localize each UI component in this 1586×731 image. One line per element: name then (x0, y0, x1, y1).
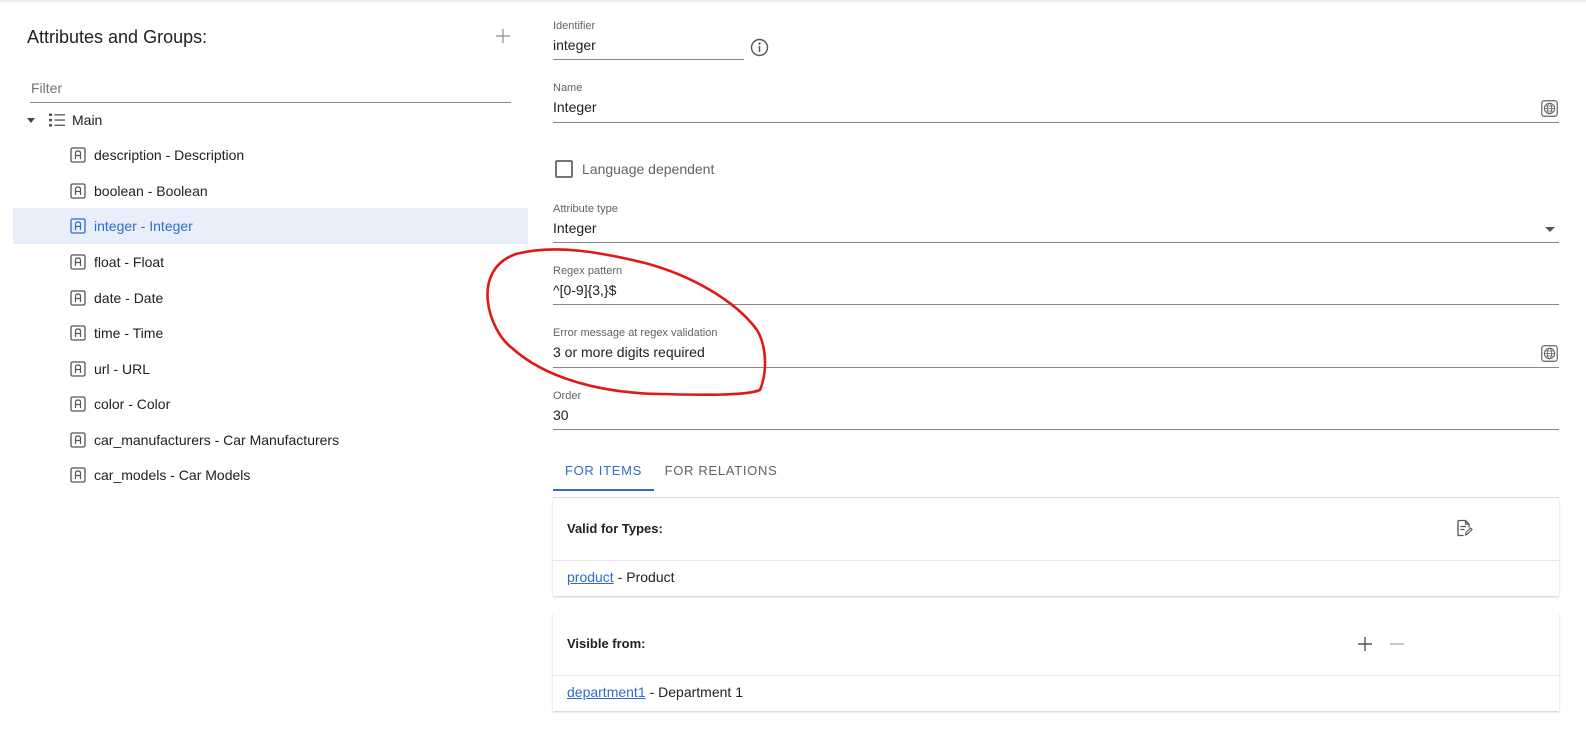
department-link[interactable]: department1 (567, 684, 646, 700)
language-dependent-checkbox[interactable] (555, 160, 573, 178)
visible-from-card: Visible from: department1- Department 1 (553, 613, 1559, 711)
info-icon[interactable] (750, 38, 769, 57)
attribute-icon (70, 290, 86, 306)
name-label: Name (553, 82, 583, 94)
language-dependent-label: Language dependent (582, 161, 715, 177)
tree-item-date[interactable]: date - Date (13, 280, 528, 316)
attribute-icon (70, 147, 86, 163)
visible-from-title: Visible from: (567, 636, 646, 651)
valid-for-types-title: Valid for Types: (567, 521, 663, 536)
tree-item-label: car_models - Car Models (94, 467, 251, 483)
dropdown-arrow-icon[interactable] (1545, 227, 1555, 232)
list-icon (49, 113, 65, 127)
regex-pattern-label: Regex pattern (553, 265, 623, 277)
tab-bar: FOR ITEMS FOR RELATIONS (553, 452, 1559, 498)
tree-item-description[interactable]: description - Description (13, 137, 528, 173)
tree-group-label: Main (72, 112, 103, 128)
attribute-type-value: Integer (553, 220, 597, 236)
name-field[interactable]: Name Integer (553, 82, 1559, 123)
error-message-label: Error message at regex validation (553, 327, 718, 339)
error-message-value[interactable]: 3 or more digits required (553, 344, 705, 360)
list-item: department1- Department 1 (567, 684, 743, 700)
order-label: Order (553, 390, 582, 402)
type-link-product[interactable]: product (567, 569, 614, 585)
add-attribute-plus-icon[interactable] (494, 27, 512, 45)
attribute-icon (70, 396, 86, 412)
card-header: Visible from: (553, 613, 1559, 676)
attribute-icon (70, 254, 86, 270)
tree-item-color[interactable]: color - Color (13, 386, 528, 422)
identifier-value[interactable]: integer (553, 37, 596, 53)
tab-for-relations[interactable]: FOR RELATIONS (656, 452, 786, 491)
type-description: - Product (617, 569, 675, 585)
edit-list-icon[interactable] (1455, 519, 1473, 537)
card-header: Valid for Types: (553, 498, 1559, 561)
tree-item-label: color - Color (94, 396, 171, 412)
globe-icon[interactable] (1541, 100, 1558, 117)
minus-icon[interactable] (1388, 635, 1406, 653)
list-item: product - Product (567, 569, 675, 585)
panel-title: Attributes and Groups: (27, 27, 208, 47)
order-field[interactable]: Order 30 (553, 390, 1559, 430)
attribute-icon (70, 467, 86, 483)
tree-item-car-manufacturers[interactable]: car_manufacturers - Car Manufacturers (13, 422, 528, 458)
tab-for-items[interactable]: FOR ITEMS (553, 452, 654, 491)
tree-item-integer[interactable]: integer - Integer (13, 208, 528, 244)
identifier-field[interactable]: Identifier integer (553, 20, 744, 60)
error-message-field[interactable]: Error message at regex validation 3 or m… (553, 327, 1559, 368)
valid-for-types-card: Valid for Types: product - Product (553, 498, 1559, 596)
tree-item-time[interactable]: time - Time (13, 315, 528, 351)
tree-item-label: date - Date (94, 290, 164, 306)
tree-item-boolean[interactable]: boolean - Boolean (13, 173, 528, 209)
tree-item-label: description - Description (94, 147, 245, 163)
tree-item-label: float - Float (94, 254, 165, 270)
tree-group-main[interactable]: Main (24, 108, 524, 132)
tree-item-label: boolean - Boolean (94, 183, 208, 199)
attribute-icon (70, 325, 86, 341)
department-description: - Department 1 (649, 684, 743, 700)
tree-item-float[interactable]: float - Float (13, 244, 528, 280)
tree-item-url[interactable]: url - URL (13, 351, 528, 387)
attribute-type-label: Attribute type (553, 203, 618, 215)
filter-field (30, 76, 511, 103)
tree-item-label: integer - Integer (94, 218, 193, 234)
plus-icon[interactable] (1356, 635, 1374, 653)
filter-input[interactable] (30, 76, 511, 100)
globe-icon[interactable] (1541, 345, 1558, 362)
attribute-icon (70, 183, 86, 199)
tree-item-car-models[interactable]: car_models - Car Models (13, 457, 528, 493)
attribute-icon (70, 432, 86, 448)
language-dependent-row[interactable]: Language dependent (555, 160, 714, 178)
tree-item-label: car_manufacturers - Car Manufacturers (94, 432, 340, 448)
top-shadow (0, 0, 1586, 3)
order-value[interactable]: 30 (553, 407, 569, 423)
tree-item-label: time - Time (94, 325, 164, 341)
identifier-label: Identifier (553, 20, 596, 32)
name-value[interactable]: Integer (553, 99, 597, 115)
attribute-type-select[interactable]: Attribute type Integer (553, 203, 1559, 243)
attribute-icon (70, 361, 86, 377)
tree-item-label: url - URL (94, 361, 151, 377)
caret-down-icon[interactable] (24, 113, 38, 127)
attribute-icon (70, 218, 86, 234)
regex-pattern-field[interactable]: Regex pattern ^[0-9]{3,}$ (553, 265, 1559, 305)
regex-pattern-value[interactable]: ^[0-9]{3,}$ (553, 282, 616, 298)
